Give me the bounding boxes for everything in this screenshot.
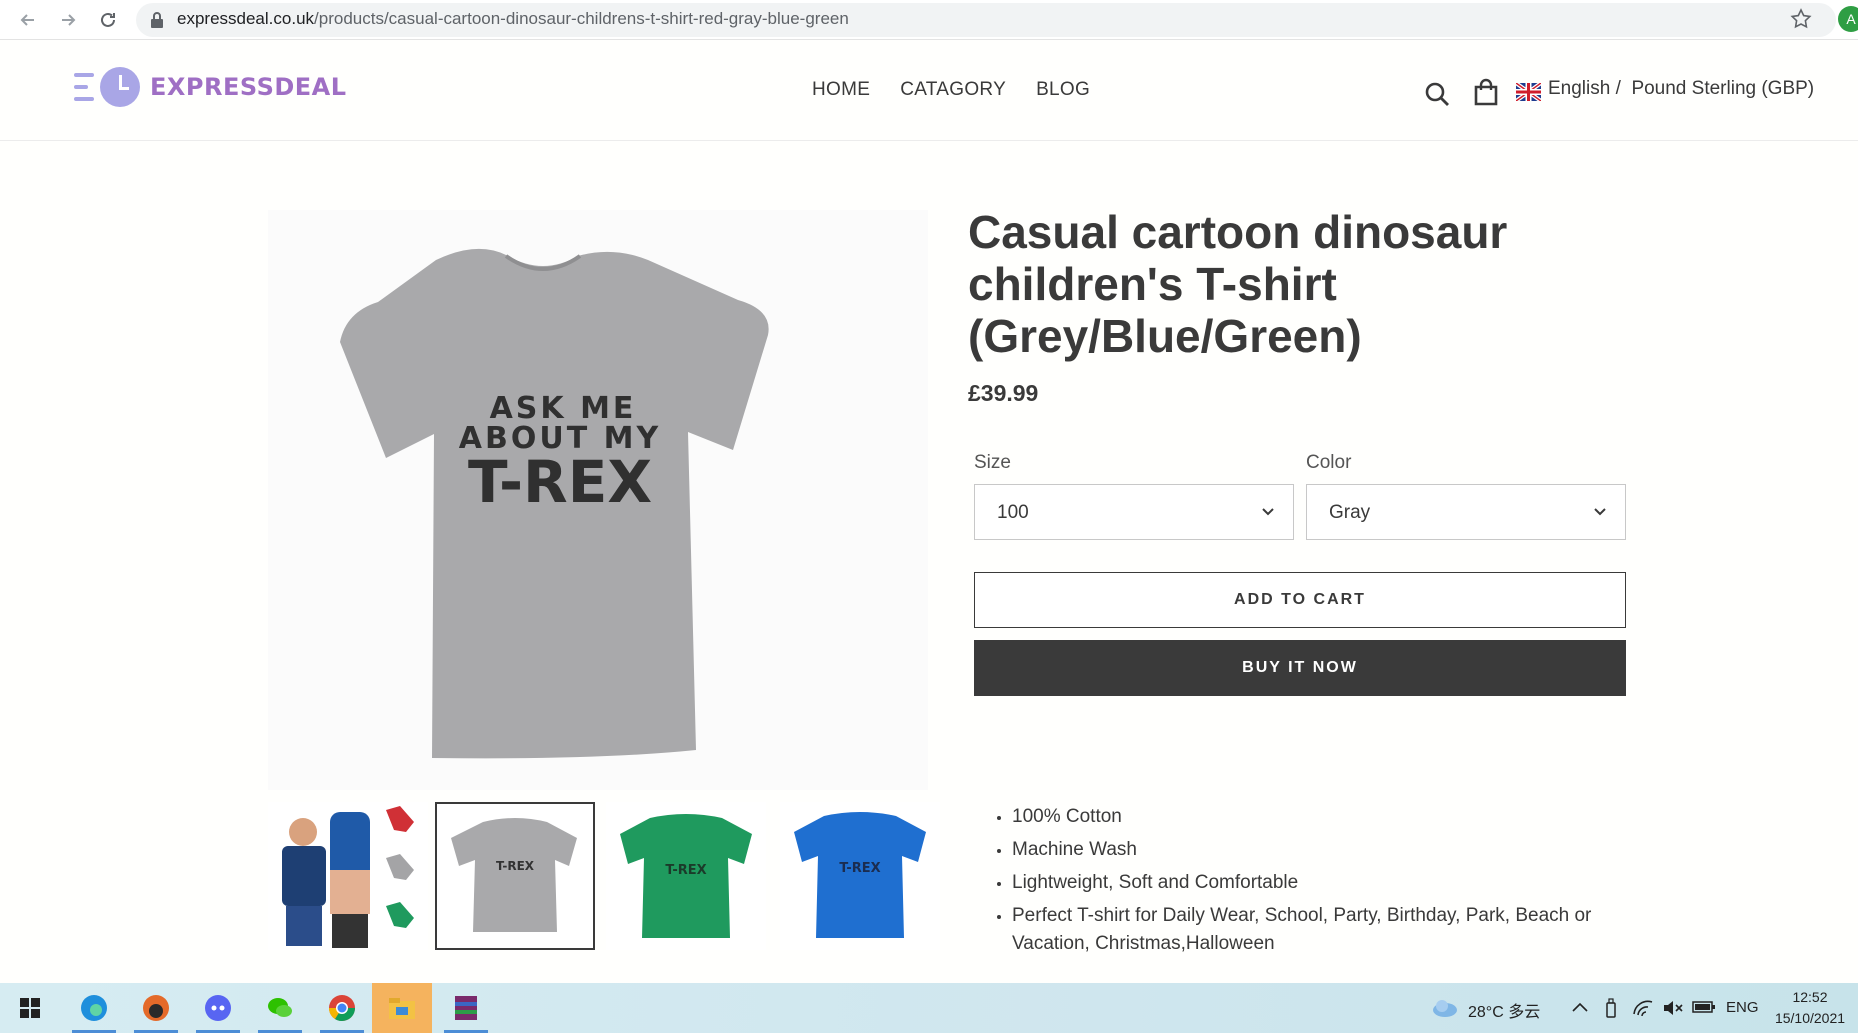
thumbnail-kids[interactable] bbox=[268, 802, 428, 950]
product-features-list: 100% Cotton Machine Wash Lightweight, So… bbox=[1000, 803, 1620, 963]
speaker-muted-icon[interactable] bbox=[1662, 998, 1684, 1018]
logo-text: EXPRESSDEAL bbox=[150, 73, 347, 101]
back-button[interactable] bbox=[14, 6, 42, 34]
start-button[interactable] bbox=[4, 983, 56, 1033]
taskbar-chrome[interactable] bbox=[316, 983, 368, 1033]
url-text[interactable]: expressdeal.co.uk/products/casual-cartoo… bbox=[177, 9, 849, 29]
language-label: English / bbox=[1548, 78, 1621, 99]
taskbar-wechat[interactable] bbox=[254, 983, 306, 1033]
clock-date: 15/10/2021 bbox=[1774, 1010, 1846, 1026]
shirt-print-line3: T-REX bbox=[468, 448, 652, 516]
bookmark-star-icon[interactable] bbox=[1789, 7, 1813, 31]
product-price: £39.99 bbox=[968, 380, 1039, 406]
discord-icon bbox=[205, 995, 231, 1021]
chevron-down-icon bbox=[1594, 508, 1606, 516]
color-label: Color bbox=[1306, 452, 1352, 473]
blue-tshirt-image: T-REX bbox=[794, 812, 926, 938]
wechat-icon bbox=[268, 998, 292, 1017]
windows-logo-icon bbox=[20, 998, 40, 1018]
app-avatar-icon bbox=[143, 995, 169, 1021]
nav-home[interactable]: HOME bbox=[812, 79, 870, 101]
thumbnail-gray[interactable]: T-REX bbox=[435, 802, 595, 950]
logo-lines-icon bbox=[74, 69, 98, 105]
system-clock[interactable]: 12:52 15/10/2021 bbox=[1765, 987, 1855, 1029]
green-tshirt-image: T-REX bbox=[620, 814, 752, 938]
taskbar-edge[interactable] bbox=[68, 983, 120, 1033]
taskbar-file-explorer[interactable] bbox=[372, 983, 432, 1033]
feature-item: Lightweight, Soft and Comfortable bbox=[1012, 869, 1620, 897]
browser-toolbar: expressdeal.co.uk/products/casual-cartoo… bbox=[0, 0, 1858, 40]
currency-label: Pound Sterling (GBP) bbox=[1631, 78, 1815, 99]
chrome-icon bbox=[328, 995, 356, 1022]
uk-flag-icon bbox=[1516, 83, 1541, 101]
thumbnail-blue[interactable]: T-REX bbox=[780, 802, 940, 950]
kids-photo-image bbox=[282, 806, 414, 948]
main-nav: HOME CATAGORY BLOG bbox=[812, 79, 1090, 101]
weather-text[interactable]: 28°C 多云 bbox=[1468, 998, 1540, 1022]
thumbnail-green[interactable]: T-REX bbox=[606, 802, 766, 950]
weather-cloud-icon bbox=[1433, 1000, 1457, 1017]
battery-icon[interactable] bbox=[1692, 1000, 1716, 1014]
main-product-image[interactable]: ASK ME ABOUT MY T-REX bbox=[268, 210, 928, 790]
size-label: Size bbox=[974, 452, 1011, 473]
reload-icon bbox=[101, 12, 115, 27]
usb-device-icon[interactable] bbox=[1604, 997, 1618, 1019]
size-value: 100 bbox=[997, 502, 1029, 523]
nav-category[interactable]: CATAGORY bbox=[900, 79, 1006, 101]
feature-item: Machine Wash bbox=[1012, 836, 1620, 864]
taskbar-discord[interactable] bbox=[192, 983, 244, 1033]
site-header: EXPRESSDEAL HOME CATAGORY BLOG English /… bbox=[0, 41, 1858, 141]
feature-item: 100% Cotton bbox=[1012, 803, 1620, 831]
product-title: Casual cartoon dinosaur children's T-shi… bbox=[968, 206, 1508, 362]
add-to-cart-button[interactable]: ADD TO CART bbox=[974, 572, 1626, 628]
chevron-down-icon bbox=[1262, 508, 1274, 516]
nav-blog[interactable]: BLOG bbox=[1036, 79, 1090, 101]
profile-avatar[interactable]: A bbox=[1838, 6, 1858, 32]
gray-tshirt-image: ASK ME ABOUT MY T-REX bbox=[340, 248, 769, 759]
site-logo[interactable]: EXPRESSDEAL bbox=[74, 67, 347, 107]
reload-button[interactable] bbox=[94, 6, 122, 34]
gray-tshirt-thumb-image: T-REX bbox=[451, 818, 577, 932]
clock-icon bbox=[100, 67, 140, 107]
thumb-print-text: T-REX bbox=[839, 861, 880, 876]
windows-taskbar: 28°C 多云 ENG 12:52 15/10/2021 bbox=[0, 983, 1858, 1033]
chevron-up-icon[interactable] bbox=[1571, 1000, 1589, 1014]
size-select[interactable]: 100 bbox=[974, 484, 1294, 540]
search-icon[interactable] bbox=[1424, 81, 1450, 107]
edge-icon bbox=[81, 995, 107, 1021]
back-arrow-icon bbox=[20, 14, 34, 26]
thumb-print-text: T-REX bbox=[665, 863, 706, 878]
lock-icon bbox=[151, 12, 163, 28]
language-currency-selector[interactable]: English / Pound Sterling (GBP) bbox=[1548, 78, 1814, 100]
thumb-print-text: T-REX bbox=[496, 859, 535, 873]
folder-icon bbox=[389, 998, 415, 1019]
buy-it-now-button[interactable]: BUY IT NOW bbox=[974, 640, 1626, 696]
forward-arrow-icon bbox=[62, 14, 76, 26]
feature-item: Perfect T-shirt for Daily Wear, School, … bbox=[1012, 902, 1620, 958]
taskbar-app-avatar[interactable] bbox=[130, 983, 182, 1033]
clock-time: 12:52 bbox=[1792, 989, 1828, 1005]
shopping-bag-icon[interactable] bbox=[1473, 78, 1499, 106]
color-value: Gray bbox=[1329, 502, 1371, 523]
color-select[interactable]: Gray bbox=[1306, 484, 1626, 540]
taskbar-winrar[interactable] bbox=[440, 983, 492, 1033]
wifi-icon[interactable] bbox=[1632, 998, 1654, 1018]
winrar-icon bbox=[455, 996, 477, 1020]
input-language[interactable]: ENG bbox=[1726, 999, 1759, 1016]
forward-button[interactable] bbox=[54, 6, 82, 34]
